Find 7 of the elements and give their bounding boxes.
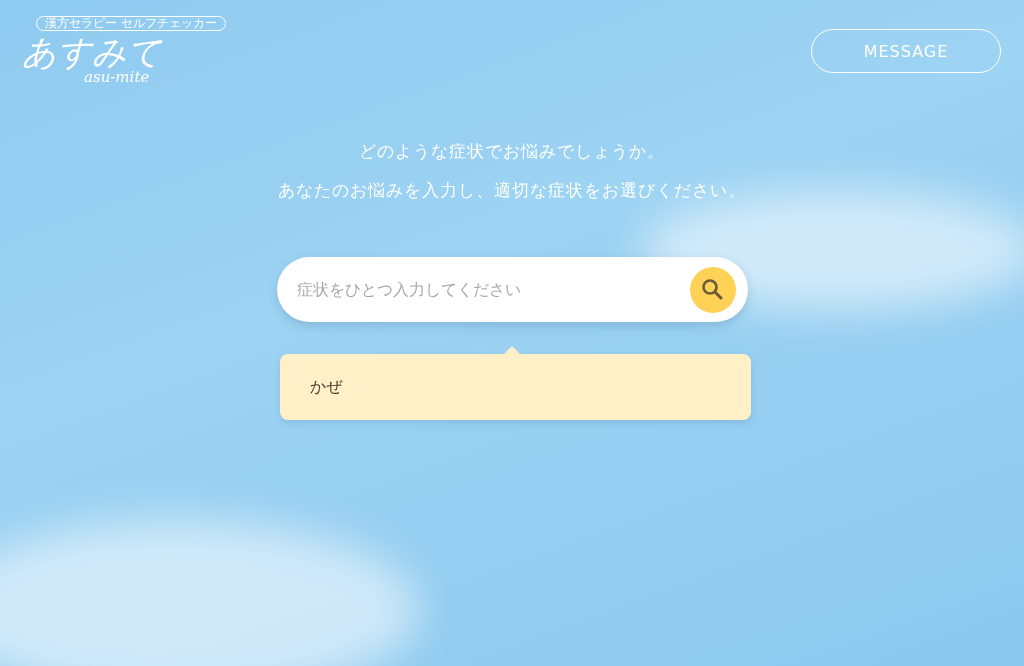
logo-title: あすみて <box>22 31 162 72</box>
search-field[interactable]: 症状をひとつ入力してください <box>276 257 748 322</box>
logo-subtitle: asu-mite <box>84 69 150 85</box>
prompt-text: あなたのお悩みを入力し、適切な症状をお選びください。 <box>278 180 746 201</box>
suggestion-item[interactable]: かぜ <box>279 354 751 420</box>
pointer-arrow-icon <box>504 346 520 354</box>
prompt-text: どのような症状でお悩みでしょうか。 <box>359 141 665 162</box>
